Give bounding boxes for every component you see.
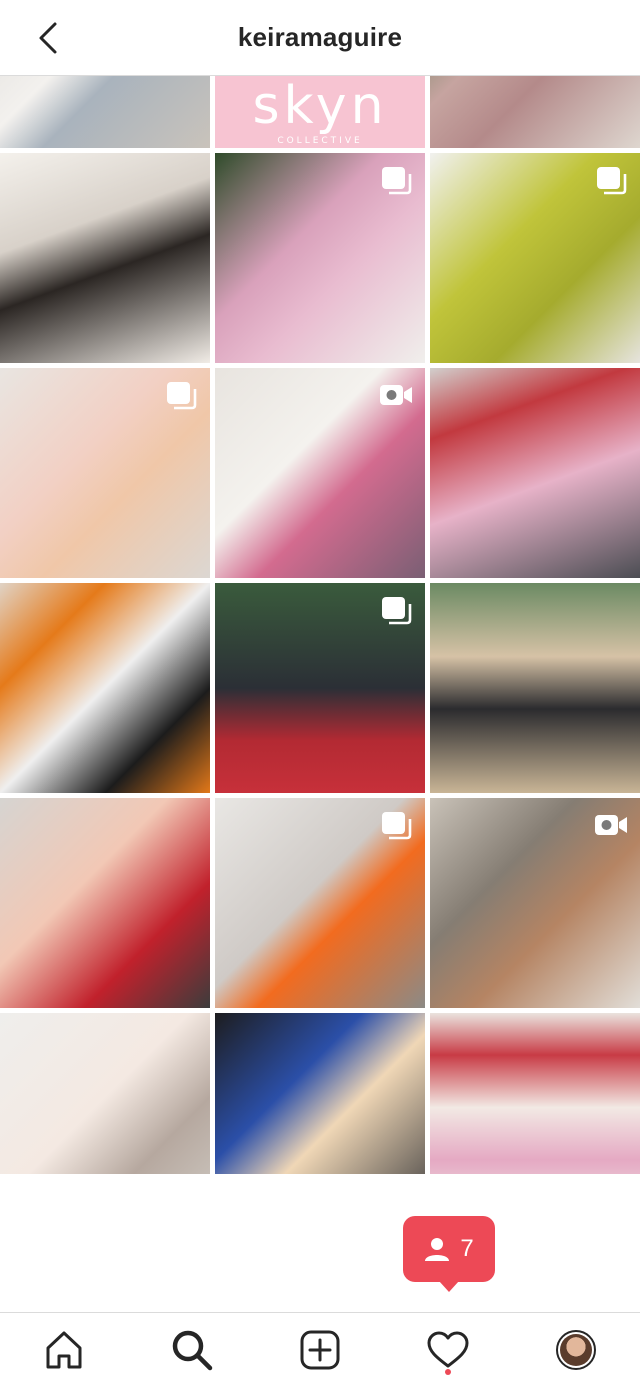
tab-profile[interactable] [546, 1320, 606, 1380]
post-thumbnail[interactable] [0, 583, 210, 793]
tab-activity[interactable] [418, 1320, 478, 1380]
post-grid: skyn COLLECTIVE [0, 0, 640, 1174]
notification-dot [445, 1368, 451, 1375]
brand-logo-subtext: COLLECTIVE [277, 136, 363, 146]
activity-notification-pill[interactable]: 7 [403, 1216, 495, 1292]
plus-square-icon [300, 1330, 340, 1369]
post-thumbnail[interactable] [430, 153, 640, 363]
tab-new-post[interactable] [290, 1320, 350, 1380]
post-thumbnail[interactable] [215, 368, 425, 578]
activity-count: 7 [460, 1235, 474, 1262]
carousel-icon [594, 165, 628, 195]
post-thumbnail[interactable] [430, 1013, 640, 1174]
profile-username: keiramaguire [237, 22, 403, 52]
post-thumbnail[interactable] [0, 153, 210, 363]
post-thumbnail[interactable] [215, 583, 425, 793]
post-thumbnail[interactable] [430, 583, 640, 793]
post-thumbnail[interactable] [215, 1013, 425, 1174]
tab-search[interactable] [162, 1320, 222, 1380]
person-icon [425, 1238, 450, 1261]
video-icon [379, 380, 413, 410]
carousel-icon [379, 165, 413, 195]
post-thumbnail[interactable] [0, 798, 210, 1008]
post-thumbnail[interactable] [0, 368, 210, 578]
post-thumbnail[interactable] [215, 153, 425, 363]
chevron-left-icon [39, 22, 57, 54]
post-thumbnail[interactable] [215, 798, 425, 1008]
avatar [556, 1329, 596, 1370]
post-thumbnail[interactable] [430, 368, 640, 578]
tab-home[interactable] [34, 1320, 94, 1380]
video-icon [594, 810, 628, 840]
carousel-icon [379, 595, 413, 625]
bottom-tab-bar [0, 1312, 640, 1386]
carousel-icon [379, 810, 413, 840]
brand-logo-text: skyn [252, 76, 388, 136]
back-button[interactable] [26, 16, 70, 60]
heart-icon [427, 1331, 469, 1367]
top-bar: keiramaguire [0, 0, 640, 76]
post-thumbnail[interactable] [0, 1013, 210, 1174]
carousel-icon [164, 380, 198, 410]
post-thumbnail[interactable] [430, 798, 640, 1008]
home-icon [46, 1331, 82, 1368]
search-icon [172, 1330, 213, 1370]
